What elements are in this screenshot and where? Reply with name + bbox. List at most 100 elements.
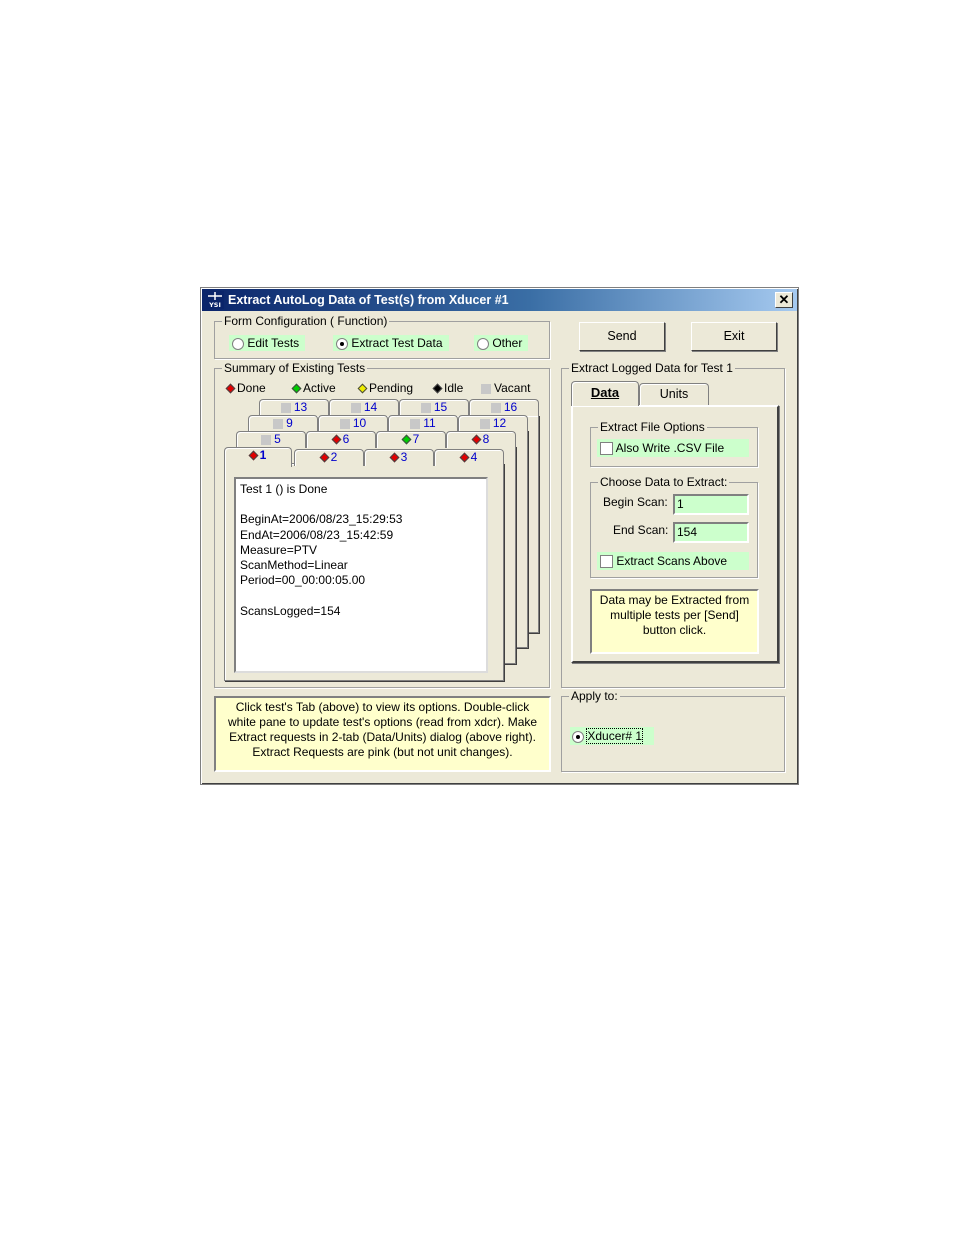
tab-test-12[interactable]: 12 (458, 415, 528, 432)
tab-test-1-label: 1 (259, 448, 267, 462)
extract-tab-panel: Extract File Options Also Write .CSV Fil… (571, 405, 779, 663)
begin-scan-input[interactable]: 1 (673, 494, 749, 515)
radio-edit-tests-label: Edit Tests (247, 336, 300, 350)
extract-group: Extract Logged Data for Test 1 Data Unit… (561, 361, 785, 688)
radio-extract-test-data-circle[interactable] (336, 337, 348, 350)
tab-test-15[interactable]: 15 (399, 399, 469, 416)
tab-test-4[interactable]: 4 (434, 449, 504, 466)
end-scan-input[interactable]: 154 (673, 522, 749, 543)
csv-checkbox[interactable]: Also Write .CSV File (597, 439, 749, 458)
tab-test-13-label: 13 (293, 400, 308, 414)
test-details-line: Test 1 () is Done (240, 482, 328, 496)
radio-extract-test-data[interactable]: Extract Test Data (333, 335, 449, 351)
exit-button[interactable]: Exit (691, 322, 777, 351)
tab-test-8[interactable]: 8 (446, 431, 516, 448)
form-config-group: Form Configuration ( Function) Edit Test… (214, 314, 550, 359)
extract-note-line: Data may be Extracted from (599, 593, 750, 607)
extract-scans-above-checkbox[interactable]: Extract Scans Above (597, 552, 749, 571)
test-details-line (240, 589, 482, 604)
radio-other-label: Other (492, 336, 523, 350)
csv-checkbox-label: Also Write .CSV File (615, 441, 725, 455)
tab-test-14[interactable]: 14 (329, 399, 399, 416)
apply-to-legend: Apply to: (569, 689, 620, 703)
tab-units[interactable]: Units (639, 383, 709, 405)
summary-group: Summary of Existing Tests Done Active Pe… (214, 361, 550, 688)
tab-test-15-label: 15 (433, 400, 448, 414)
status-legend-done-label: Done (237, 381, 266, 395)
vacant-square-icon (339, 418, 350, 429)
tab-test-2-label: 2 (330, 450, 338, 464)
window-title: Extract AutoLog Data of Test(s) from Xdu… (228, 293, 509, 307)
tab-test-2[interactable]: 2 (294, 449, 364, 466)
tab-test-1[interactable]: 1 (224, 447, 292, 467)
choose-data-group: Choose Data to Extract: Begin Scan: 1 En… (590, 475, 758, 578)
radio-edit-tests-circle[interactable] (232, 337, 244, 350)
status-legend-active-label: Active (303, 381, 336, 395)
done-diamond-icon (331, 434, 342, 445)
tab-test-3-label: 3 (400, 450, 408, 464)
radio-other[interactable]: Other (474, 335, 529, 351)
done-diamond-icon (319, 452, 330, 463)
test-details-line (240, 497, 482, 512)
test-details-line: BeginAt=2006/08/23_15:29:53 (240, 512, 403, 527)
help-text-line: Click test's Tab (above) to view its opt… (235, 700, 530, 714)
test-card-front: Test 1 () is Done BeginAt=2006/08/23_15:2… (224, 463, 504, 681)
active-diamond-icon (401, 434, 412, 445)
radio-other-circle[interactable] (477, 337, 489, 350)
status-legend-done: Done (225, 381, 266, 395)
test-details-pane[interactable]: Test 1 () is Done BeginAt=2006/08/23_15:2… (234, 477, 488, 673)
vacant-square-icon (350, 402, 361, 413)
tab-test-10-label: 10 (352, 416, 367, 430)
tab-test-4-label: 4 (470, 450, 478, 464)
tab-test-3[interactable]: 3 (364, 449, 434, 466)
tab-data[interactable]: Data (571, 381, 639, 406)
close-button[interactable]: ✕ (775, 292, 793, 308)
tab-test-10[interactable]: 10 (318, 415, 388, 432)
help-text-line: white pane to update test's options (rea… (227, 715, 538, 729)
tab-test-11-label: 11 (423, 416, 436, 430)
tab-test-8-label: 8 (482, 432, 490, 446)
status-legend-pending-label: Pending (369, 381, 414, 395)
tab-test-5[interactable]: 5 (236, 431, 306, 448)
radio-edit-tests[interactable]: Edit Tests (229, 335, 306, 351)
radio-xducer-1-label: Xducer# 1 (586, 728, 644, 744)
tab-test-16[interactable]: 16 (469, 399, 539, 416)
logo-lettering: YSI (208, 301, 221, 309)
apply-to-group: Apply to: Xducer# 1 (561, 689, 785, 772)
tab-test-11[interactable]: 11 (388, 415, 458, 432)
tab-test-16-label: 16 (503, 400, 518, 414)
active-diamond-icon (291, 383, 302, 394)
extract-scans-above-box[interactable] (600, 555, 613, 569)
test-details-line: Period=00_00:00:05.00 (240, 573, 366, 588)
csv-checkbox-box[interactable] (600, 442, 613, 456)
radio-xducer-1-circle[interactable] (572, 730, 584, 743)
ysi-logo-icon: YSI (206, 291, 224, 309)
send-button[interactable]: Send (579, 322, 665, 351)
vacant-square-icon (420, 402, 431, 413)
tab-test-6-label: 6 (342, 432, 350, 446)
tab-test-6[interactable]: 6 (306, 431, 376, 448)
done-diamond-icon (225, 383, 236, 394)
tab-test-7[interactable]: 7 (376, 431, 446, 448)
status-legend-vacant-label: Vacant (494, 381, 531, 395)
pending-diamond-icon (357, 383, 368, 394)
status-legend-pending: Pending (357, 381, 414, 395)
form-config-legend: Form Configuration ( Function) (222, 314, 390, 328)
extract-legend: Extract Logged Data for Test 1 (569, 361, 735, 375)
radio-xducer-1[interactable]: Xducer# 1 (570, 727, 655, 745)
done-diamond-icon (248, 450, 259, 461)
tab-test-9[interactable]: 9 (248, 415, 318, 432)
done-diamond-icon (459, 452, 470, 463)
tab-test-7-label: 7 (412, 432, 420, 446)
file-options-group: Extract File Options Also Write .CSV Fil… (590, 420, 758, 467)
vacant-square-icon (479, 418, 490, 429)
title-bar[interactable]: YSI Extract AutoLog Data of Test(s) from… (202, 289, 797, 311)
help-text-line: Extract Requests are pink (but not unit … (252, 745, 513, 759)
close-icon: ✕ (778, 292, 790, 307)
test-details-line: Measure=PTV (240, 542, 318, 557)
vacant-square-icon (490, 402, 501, 413)
tab-test-13[interactable]: 13 (259, 399, 329, 416)
begin-scan-label: Begin Scan: (603, 495, 668, 509)
summary-legend: Summary of Existing Tests (222, 361, 368, 375)
vacant-square-icon (410, 418, 421, 429)
